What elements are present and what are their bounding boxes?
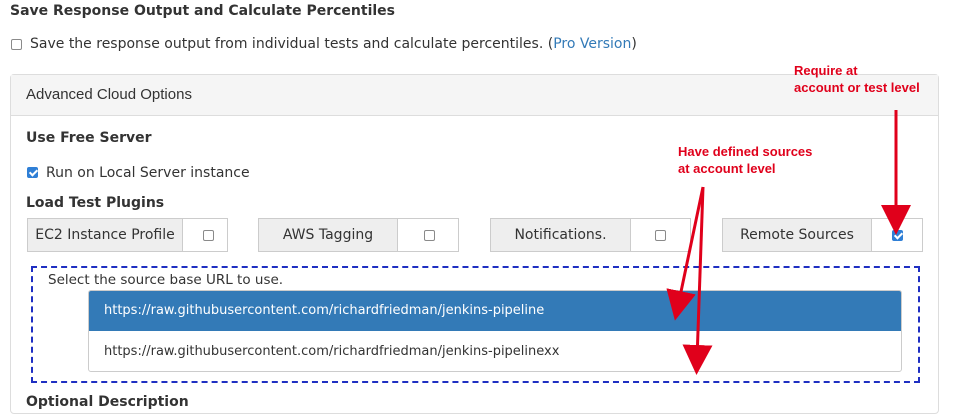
annotation-arrows <box>666 110 911 375</box>
